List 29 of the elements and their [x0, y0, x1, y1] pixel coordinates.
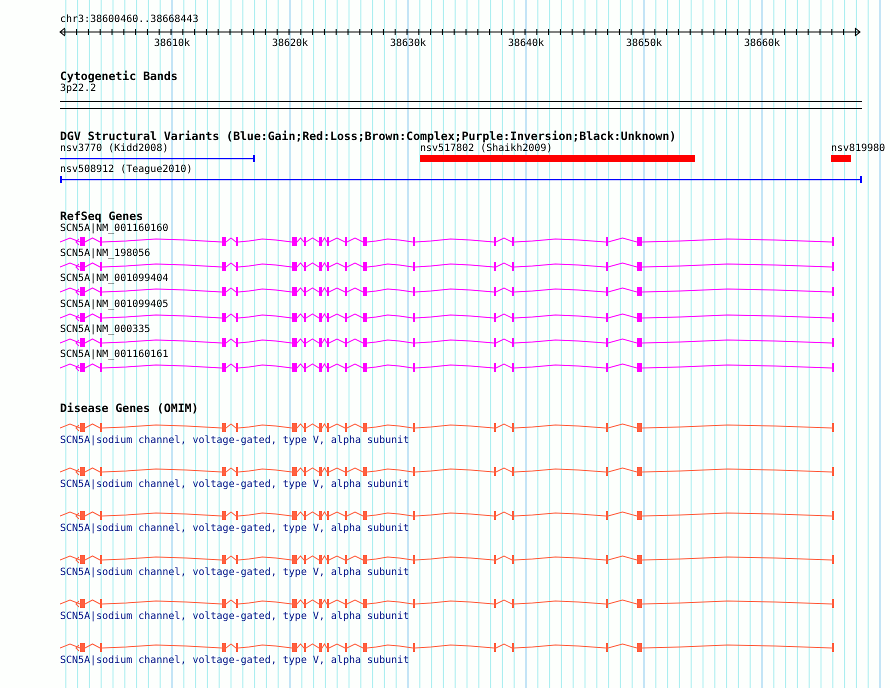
- tick-label: 38610k: [154, 38, 190, 50]
- track-title: DGV Structural Variants (Blue:Gain;Red:Loss;Brown:Complex;Purple:Inversion;Black:Unknown): [60, 130, 678, 143]
- gene-label: SCN5A|NM_000335: [60, 324, 152, 336]
- track-title: Cytogenetic Bands: [60, 70, 179, 83]
- variant-label: nsv517802 (Shaikh2009): [420, 143, 552, 155]
- gene-label: SCN5A|sodium channel, voltage-gated, type V, alpha subunit: [60, 655, 410, 668]
- gene-label: SCN5A|NM_001160160: [60, 223, 170, 235]
- band-label: 3p22.2: [60, 83, 98, 95]
- position-label: chr3:38600460..38668443: [60, 14, 200, 26]
- variant-bar: [831, 155, 851, 162]
- gene-label: SCN5A|NM_001160161: [60, 348, 170, 361]
- gene-label: SCN5A|sodium channel, voltage-gated, type V, alpha subunit: [60, 611, 410, 624]
- gene-label: SCN5A|sodium channel, voltage-gated, type V, alpha subunit: [60, 435, 410, 448]
- gene-label: SCN5A|sodium channel, voltage-gated, type V, alpha subunit: [60, 479, 410, 492]
- track-title: Disease Genes (OMIM): [60, 402, 200, 416]
- gene-label: SCN5A|NM_198056: [60, 248, 152, 260]
- tick-label: 38620k: [272, 38, 308, 50]
- tick-label: 38660k: [744, 38, 780, 50]
- tick-label: 38650k: [626, 38, 662, 50]
- tick-label: 38630k: [390, 38, 426, 50]
- gene-label: SCN5A|NM_001099405: [60, 298, 170, 311]
- variant-label: nsv819980: [831, 143, 886, 155]
- track-title: RefSeq Genes: [60, 210, 144, 223]
- variant-label: nsv508912 (Teague2010): [60, 164, 192, 176]
- gene-label: SCN5A|NM_001099404: [60, 273, 170, 286]
- tick-label: 38640k: [508, 38, 544, 50]
- gene-label: SCN5A|sodium channel, voltage-gated, type V, alpha subunit: [60, 567, 410, 580]
- variant-label: nsv3770 (Kidd2008): [60, 143, 168, 155]
- gene-label: SCN5A|sodium channel, voltage-gated, type V, alpha subunit: [60, 523, 410, 536]
